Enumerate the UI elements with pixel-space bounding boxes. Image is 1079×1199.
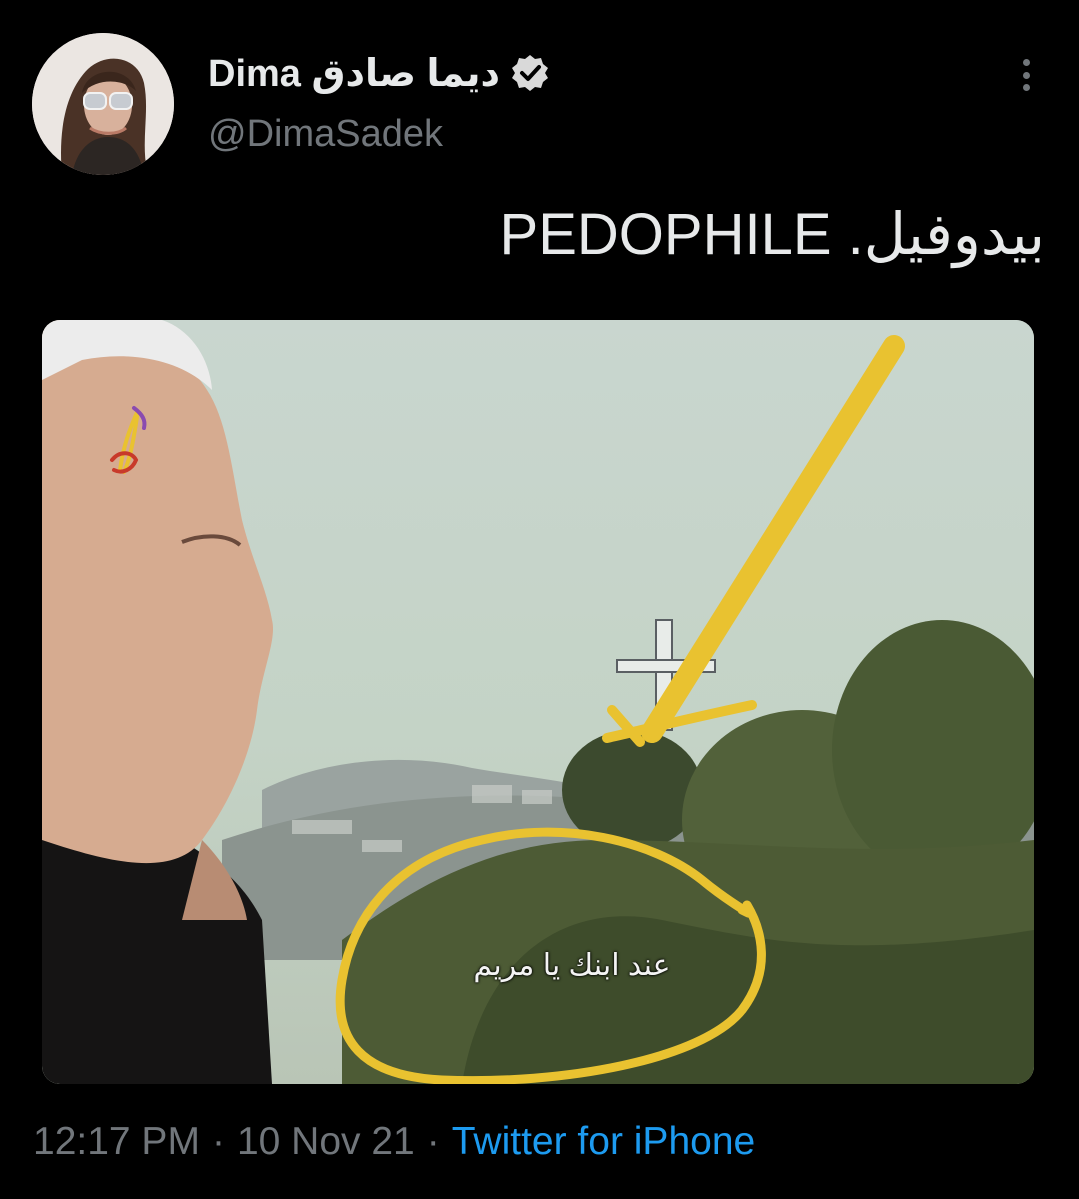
avatar[interactable] [32, 33, 174, 175]
display-name[interactable]: Dima ديما صادق [208, 51, 500, 96]
tweet-meta: 12:17 PM · 10 Nov 21 · Twitter for iPhon… [33, 1120, 755, 1164]
verified-badge-icon [510, 53, 550, 93]
tweet: Dima ديما صادق @DimaSadek بيدوفيل. PEDOP… [0, 0, 1079, 1199]
tweet-media[interactable]: عند ابنك يا مريم [42, 320, 1034, 1084]
avatar-photo [32, 33, 174, 175]
handle[interactable]: @DimaSadek [208, 113, 443, 156]
tweet-time[interactable]: 12:17 PM [33, 1120, 200, 1164]
name-row: Dima ديما صادق [208, 50, 550, 96]
more-options-icon[interactable] [1012, 55, 1040, 95]
meta-separator: · [426, 1120, 440, 1163]
tweet-text: بيدوفيل. PEDOPHILE [499, 202, 1045, 267]
media-caption: عند ابنك يا مريم [473, 949, 671, 982]
tweet-date[interactable]: 10 Nov 21 [237, 1120, 415, 1164]
tweet-source-link[interactable]: Twitter for iPhone [452, 1120, 755, 1164]
meta-separator: · [211, 1120, 225, 1163]
